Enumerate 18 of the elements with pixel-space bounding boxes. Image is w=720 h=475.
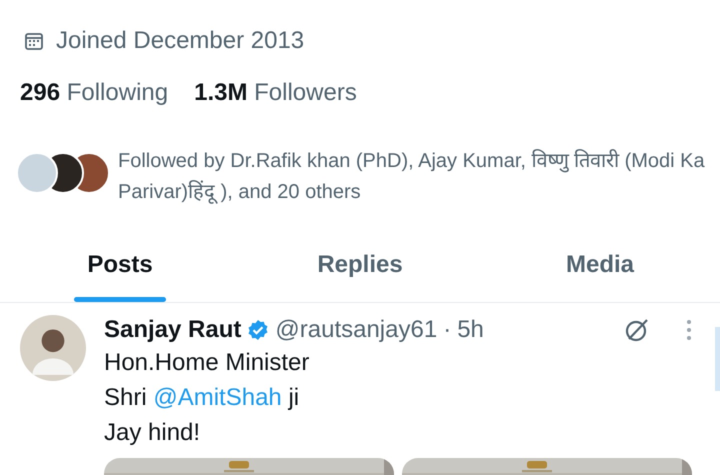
separator-dot: · [443, 316, 452, 344]
follow-count-link[interactable]: 296 Following [20, 79, 168, 107]
more-options-icon[interactable] [686, 319, 692, 341]
profile-tab[interactable]: Replies [240, 236, 480, 302]
profile-tab[interactable]: Media [480, 236, 720, 302]
post-time: 5h [457, 316, 484, 344]
user-avatar-icon[interactable] [20, 315, 86, 381]
post-text: Jay hind! [104, 418, 200, 446]
joined-date: Joined December 2013 [56, 27, 304, 55]
followed-by-text[interactable]: Followed by Dr.Rafik khan (PhD), Ajay Kumar, विष्णु तिवारी (Modi Ka Parivar)हिंदू ), and 20 others [118, 146, 718, 208]
author-name[interactable]: Sanjay Raut [104, 316, 242, 344]
calendar-icon [24, 31, 44, 51]
post-text: Hon.Home Minister [104, 348, 310, 376]
post-text: Shri [104, 384, 148, 412]
follow-count-link[interactable]: 1.3M Followers [194, 79, 357, 107]
post-text: ji [286, 384, 300, 412]
author-handle[interactable]: @rautsanjay61 [275, 316, 438, 344]
profile-tab[interactable]: Posts [0, 236, 240, 302]
